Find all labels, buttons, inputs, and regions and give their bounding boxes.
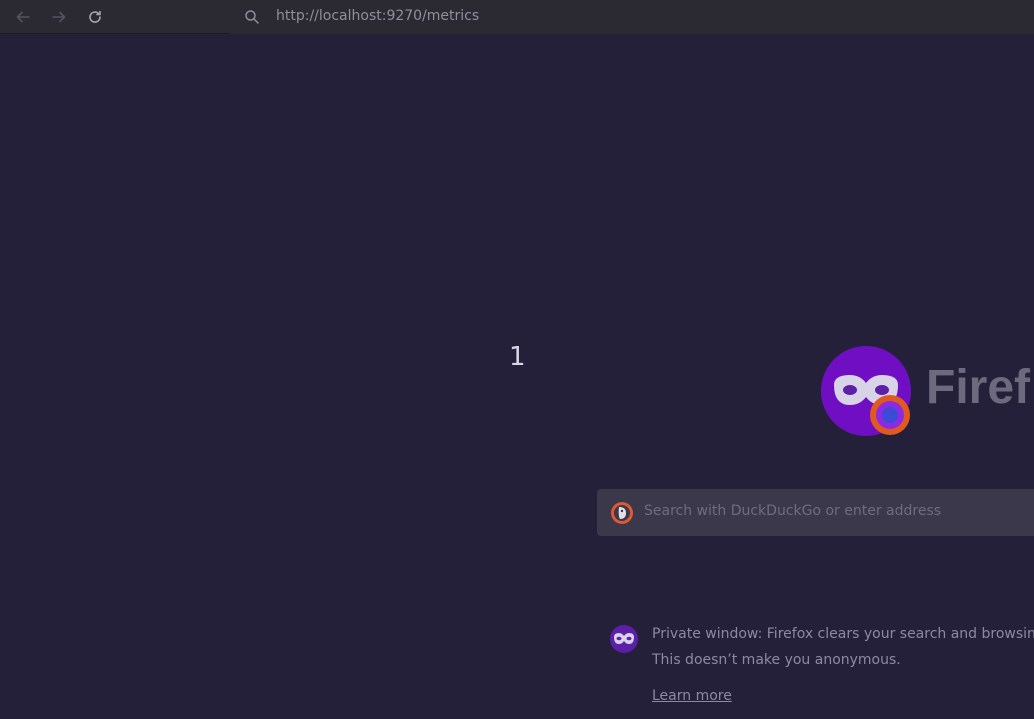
private-browsing-logo [821, 346, 911, 436]
reload-icon [89, 10, 101, 23]
back-arrow-icon [16, 11, 30, 23]
search-icon [245, 10, 259, 24]
url-bar[interactable]: http://localhost:9270/metrics [230, 0, 1034, 34]
firefox-wordmark: Firef [926, 361, 1031, 414]
newtab-search-input[interactable]: Search with DuckDuckGo or enter address [597, 489, 1034, 536]
search-placeholder: Search with DuckDuckGo or enter address [644, 503, 942, 519]
private-notice-line2: This doesn’t make you anonymous. [652, 652, 901, 668]
metrics-value: 1 [509, 342, 526, 372]
reload-button[interactable] [82, 4, 108, 30]
learn-more-link[interactable]: Learn more [652, 688, 732, 704]
browser-toolbar: http://localhost:9270/metrics [0, 0, 1034, 34]
private-mask-icon [610, 625, 638, 653]
private-notice-line1: Private window: Firefox clears your sear… [652, 626, 1034, 642]
forward-arrow-icon [52, 11, 66, 23]
page-content: 1 Firef Search with DuckDuckGo or enter … [0, 34, 1034, 719]
duckduckgo-icon [611, 502, 633, 524]
back-button[interactable] [10, 4, 36, 30]
url-text[interactable]: http://localhost:9270/metrics [276, 8, 479, 24]
forward-button[interactable] [46, 4, 72, 30]
